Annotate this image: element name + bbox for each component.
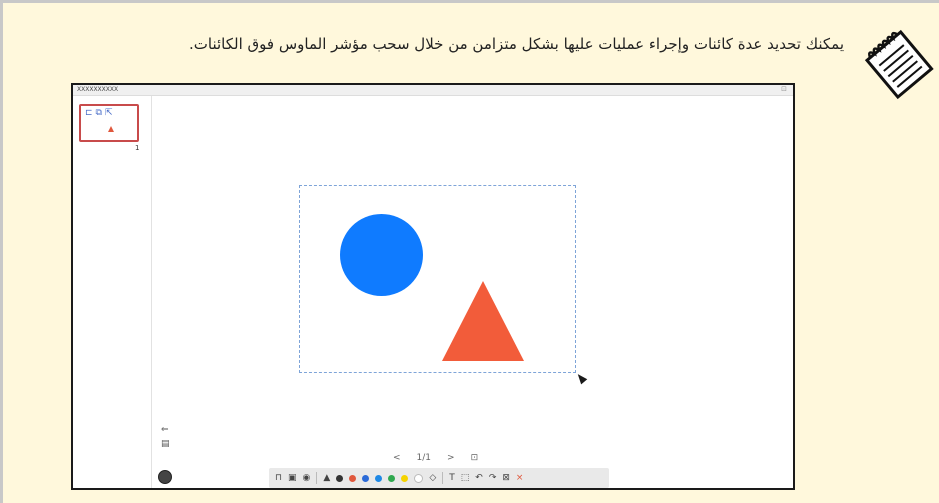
title-bar: XXXXXXXXXX ⊡: [73, 85, 793, 96]
save-icon[interactable]: ▣: [288, 473, 297, 483]
triangle-shape[interactable]: [442, 281, 524, 361]
trash-icon[interactable]: ⊠: [502, 473, 510, 483]
color-yellow-swatch[interactable]: [401, 474, 409, 482]
thumbnail-triangle-icon: [108, 126, 114, 132]
import-icon[interactable]: ⇐: [161, 425, 169, 435]
note-box: يمكنك تحديد عدة كائنات وإجراء عمليات علي…: [0, 0, 939, 503]
window-title: XXXXXXXXXX: [77, 86, 119, 93]
window-close-icon[interactable]: ⊡: [781, 85, 787, 93]
page-thumbnail[interactable]: ⊏⧉⇱: [79, 104, 139, 142]
thumbnail-page-number: 1: [135, 144, 140, 152]
whiteboard-icon[interactable]: ▤: [161, 439, 170, 449]
text-icon[interactable]: T: [449, 473, 455, 483]
thumbnail-icons: ⊏⧉⇱: [85, 108, 116, 118]
color-green-swatch[interactable]: [388, 474, 396, 482]
prev-page-button[interactable]: <: [393, 453, 401, 463]
color-white-swatch[interactable]: [414, 473, 424, 483]
pager: < 1/1 > ⊡: [393, 453, 478, 463]
thumbnail-pane: ⊏⧉⇱ 1: [73, 96, 152, 488]
toolbar-divider: [316, 472, 318, 484]
camera-icon[interactable]: ◉: [303, 473, 311, 483]
select-icon[interactable]: ⬚: [461, 473, 470, 483]
undo-icon[interactable]: ↶: [475, 473, 483, 483]
page-indicator: 1/1: [416, 453, 432, 463]
selection-box[interactable]: [299, 185, 576, 373]
note-text: يمكنك تحديد عدة كائنات وإجراء عمليات علي…: [189, 35, 844, 53]
color-lightblue-swatch[interactable]: [375, 474, 383, 482]
app-screenshot: XXXXXXXXXX ⊡ ⊏⧉⇱ 1 ⇐ ▤ < 1/1 > ⊡ ⊓ ▣ ◉ ▲…: [71, 83, 795, 490]
mouse-pointer-icon: [574, 371, 588, 385]
note-icon: [864, 29, 934, 100]
add-page-button[interactable]: ⊡: [471, 453, 479, 463]
bottom-toolbar: ⊓ ▣ ◉ ▲ ◇ T ⬚ ↶ ↷ ⊠ ×: [269, 468, 609, 488]
color-red-swatch[interactable]: [349, 474, 357, 482]
record-icon[interactable]: [158, 470, 172, 484]
toolbar-divider: [442, 472, 444, 484]
close-icon[interactable]: ×: [516, 473, 524, 483]
pen-icon[interactable]: ▲: [323, 473, 330, 483]
circle-shape[interactable]: [340, 214, 423, 296]
color-black-swatch[interactable]: [336, 474, 344, 482]
color-blue-swatch[interactable]: [362, 474, 370, 482]
next-page-button[interactable]: >: [447, 453, 455, 463]
eraser-icon[interactable]: ◇: [429, 473, 436, 483]
redo-icon[interactable]: ↷: [489, 473, 497, 483]
window-icon[interactable]: ⊓: [275, 473, 282, 483]
